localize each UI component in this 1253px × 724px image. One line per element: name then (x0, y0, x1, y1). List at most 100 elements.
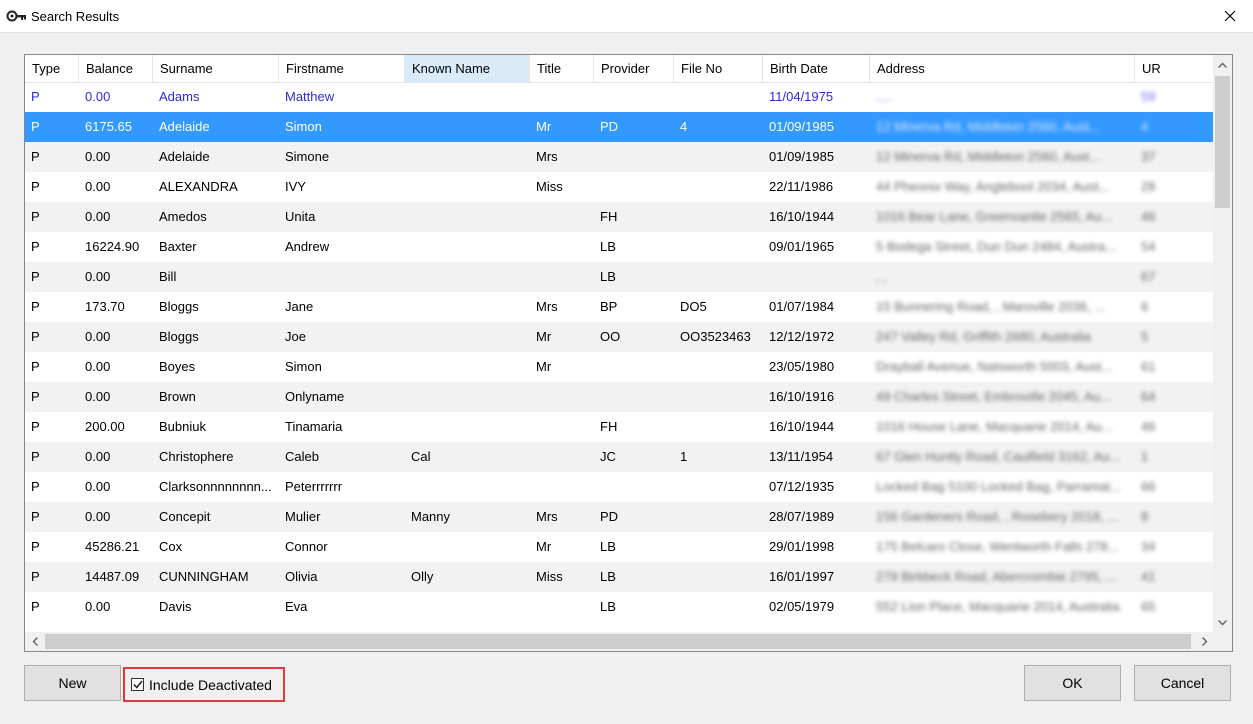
cell-address: 44 Pheonix Way, Anglebool 2034, Aust... (876, 179, 1110, 194)
column-header-ur[interactable]: UR (1135, 55, 1214, 82)
include-deactivated-checkbox[interactable] (131, 678, 144, 691)
cell-provider: FH (600, 209, 618, 224)
include-deactivated-highlight[interactable]: Include Deactivated (123, 667, 285, 702)
cell-ur: 8 (1141, 509, 1149, 524)
cell-surname: Bloggs (159, 329, 199, 344)
cell-known-name (405, 322, 530, 352)
cell-balance: 0.00 (85, 149, 111, 164)
window-title: Search Results (31, 9, 120, 24)
table-row[interactable]: P 0.00 Adams Matthew 11/04/1975.... 59 (25, 82, 1214, 112)
vertical-scroll-thumb[interactable] (1215, 76, 1230, 208)
cell-address: 279 Birkbeck Road, Abercrombie 2795, ... (876, 569, 1117, 584)
cell-provider: JC (600, 449, 616, 464)
cell-provider (594, 142, 674, 172)
cell-balance: 0.00 (85, 329, 111, 344)
scroll-down-arrow-icon[interactable] (1213, 613, 1232, 632)
table-row[interactable]: P 0.00 Amedos Unita FH 16/10/1944 1016 Bear La… (25, 202, 1214, 232)
table-row[interactable]: P 6175.65 Adelaide Simon Mr PD 4 01/09/1985 12 M… (25, 112, 1214, 142)
cell-firstname: Peterrrrrrr (285, 479, 343, 494)
cell-provider: LB (600, 569, 616, 584)
column-header-known-name[interactable]: Known Name (405, 55, 530, 82)
cell-file-no (674, 592, 763, 622)
cell-known-name (405, 592, 530, 622)
column-header-birth-date[interactable]: Birth Date (763, 55, 870, 82)
table-row[interactable]: P 0.00 Boyes Simon Mr 23/05/1980 Drayball Aven… (25, 352, 1214, 382)
cell-address: 552 Lion Place, Macquarie 2014, Australi… (876, 599, 1120, 614)
table-row[interactable]: P 0.00 Brown Onlyname 16/10/1916 49 Charles S… (25, 382, 1214, 412)
column-header-type[interactable]: Type (25, 55, 79, 82)
cancel-button[interactable]: Cancel (1134, 665, 1231, 701)
cell-firstname: Andrew (285, 239, 330, 254)
column-header-address[interactable]: Address (870, 55, 1135, 82)
table-row[interactable]: P 0.00 ALEXANDRA IVY Miss 22/11/1986 44 Pheoni… (25, 172, 1214, 202)
scroll-up-arrow-icon[interactable] (1213, 55, 1232, 74)
table-row[interactable]: P 0.00 Clarksonnnnnnnn... Peterrrrrrr 07/12/… (25, 472, 1214, 502)
cell-title (530, 202, 594, 232)
table-row[interactable]: P 16224.90 Baxter Andrew LB 09/01/1965 5 Bodeg… (25, 232, 1214, 262)
cell-type: P (31, 239, 40, 254)
cell-file-no: DO5 (680, 299, 707, 314)
column-header-surname[interactable]: Surname (153, 55, 279, 82)
ok-button[interactable]: OK (1024, 665, 1121, 701)
cell-provider: LB (600, 269, 616, 284)
cell-title: Mr (536, 119, 552, 134)
results-grid[interactable]: Type Balance Surname Firstname Known Nam… (24, 54, 1233, 652)
table-row[interactable]: P 173.70 Bloggs Jane Mrs BP DO5 01/07/1984 15 Bu… (25, 292, 1214, 322)
cell-title (530, 592, 594, 622)
cell-address: 12 Minerva Rd, Middleton 2560, Aust... (876, 149, 1101, 164)
table-row[interactable]: P 0.00 Bloggs Joe Mr OO OO3523463 12/12/1972 247… (25, 322, 1214, 352)
cell-provider: OO (600, 329, 621, 344)
cell-type: P (31, 599, 40, 614)
column-header-firstname[interactable]: Firstname (279, 55, 405, 82)
close-button[interactable] (1207, 0, 1253, 32)
cell-file-no (674, 142, 763, 172)
table-row[interactable]: P 14487.09 CUNNINGHAM Olivia Olly Miss LB 16/01… (25, 562, 1214, 592)
cell-surname: Brown (159, 389, 196, 404)
cell-type: P (31, 539, 40, 554)
cell-balance: 173.70 (85, 299, 125, 314)
cell-file-no (674, 532, 763, 562)
horizontal-scrollbar[interactable] (25, 632, 1214, 651)
column-header-file-no[interactable]: File No (674, 55, 763, 82)
cell-firstname: Olivia (285, 569, 318, 584)
table-row[interactable]: P 0.00 Christophere Caleb Cal JC 1 13/11/1954 67… (25, 442, 1214, 472)
close-icon (1224, 10, 1236, 22)
cell-known-name (405, 202, 530, 232)
cell-type: P (31, 359, 40, 374)
cell-firstname (279, 262, 405, 292)
cell-file-no (674, 172, 763, 202)
cell-known-name (405, 142, 530, 172)
cell-address: Drayball Avenue, Natsworth 5003, Aust... (876, 359, 1113, 374)
cell-known-name (405, 532, 530, 562)
cell-birth-date: 09/01/1965 (769, 239, 835, 254)
vertical-scrollbar[interactable] (1213, 55, 1232, 632)
cell-birth-date: 02/05/1979 (769, 599, 835, 614)
cell-title (530, 262, 594, 292)
table-row[interactable]: P 0.00 Davis Eva LB 02/05/1979 552 Lion Place,… (25, 592, 1214, 622)
cell-balance: 200.00 (85, 419, 125, 434)
cell-balance: 0.00 (85, 599, 111, 614)
horizontal-scroll-thumb[interactable] (45, 634, 1191, 649)
table-row[interactable]: P 45286.21 Cox Connor Mr LB 29/01/1998 175 Belc… (25, 532, 1214, 562)
cell-title: Miss (536, 179, 563, 194)
cell-title: Mr (536, 539, 552, 554)
cell-surname: Concepit (159, 509, 211, 524)
table-row[interactable]: P 0.00 Adelaide Simone Mrs 01/09/1985 12 Miner… (25, 142, 1214, 172)
table-row[interactable]: P 0.00 Bill LB , , 67 (25, 262, 1214, 292)
cell-known-name: Olly (411, 569, 434, 584)
cell-provider: FH (600, 419, 618, 434)
table-row[interactable]: P 0.00 Concepit Mulier Manny Mrs PD 28/07/1989 1… (25, 502, 1214, 532)
cell-birth-date: 01/07/1984 (769, 299, 835, 314)
scroll-left-arrow-icon[interactable] (25, 632, 44, 651)
cell-file-no (674, 202, 763, 232)
scroll-right-arrow-icon[interactable] (1195, 632, 1214, 651)
column-header-balance[interactable]: Balance (79, 55, 153, 82)
column-header-title[interactable]: Title (530, 55, 594, 82)
cell-address: 12 Minerva Rd, Middleton 2560, Aust... (876, 119, 1101, 134)
cell-type: P (31, 89, 40, 104)
new-button[interactable]: New (24, 665, 121, 701)
column-header-provider[interactable]: Provider (594, 55, 674, 82)
table-row[interactable]: P 200.00 Bubniuk Tinamaria FH 16/10/1944 1016 … (25, 412, 1214, 442)
cell-birth-date: 28/07/1989 (769, 509, 835, 524)
cell-title: Mr (536, 359, 552, 374)
